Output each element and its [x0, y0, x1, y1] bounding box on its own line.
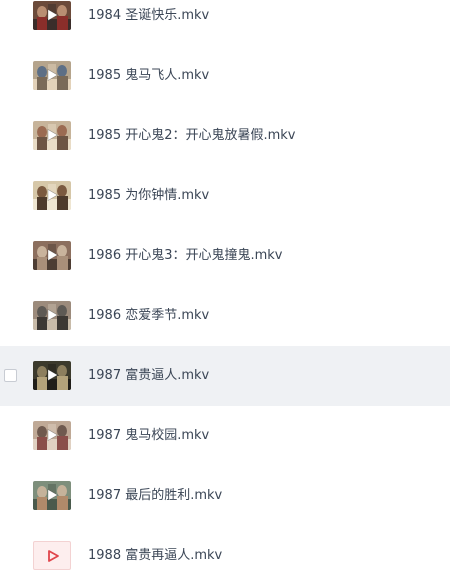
play-icon	[47, 428, 59, 442]
file-row[interactable]: 1987 鬼马校园.mkv	[0, 406, 450, 466]
file-row[interactable]: 1985 为你钟情.mkv	[0, 166, 450, 226]
file-row[interactable]: 1986 恋爱季节.mkv	[0, 286, 450, 346]
play-icon	[47, 488, 59, 502]
video-thumbnail[interactable]	[33, 361, 71, 390]
file-row[interactable]: 1985 鬼马飞人.mkv	[0, 46, 450, 106]
video-thumbnail[interactable]	[33, 1, 71, 30]
file-row[interactable]: 1987 最后的胜利.mkv	[0, 466, 450, 526]
file-row[interactable]: 1986 开心鬼3：开心鬼撞鬼.mkv	[0, 226, 450, 286]
play-icon	[47, 248, 59, 262]
video-thumbnail[interactable]	[33, 421, 71, 450]
select-checkbox[interactable]	[4, 369, 17, 382]
file-name[interactable]: 1985 为你钟情.mkv	[88, 187, 209, 205]
video-file-icon[interactable]	[33, 541, 71, 570]
file-name[interactable]: 1984 圣诞快乐.mkv	[88, 7, 209, 25]
file-row[interactable]: 1987 富贵逼人.mkv	[0, 346, 450, 406]
file-name[interactable]: 1988 富贵再逼人.mkv	[88, 547, 222, 565]
play-icon	[47, 188, 59, 202]
file-row[interactable]: 1985 开心鬼2：开心鬼放暑假.mkv	[0, 106, 450, 166]
file-name[interactable]: 1985 鬼马飞人.mkv	[88, 67, 209, 85]
file-row[interactable]: 1988 富贵再逼人.mkv	[0, 526, 450, 586]
play-icon	[47, 128, 59, 142]
file-name[interactable]: 1986 恋爱季节.mkv	[88, 307, 209, 325]
play-icon	[47, 368, 59, 382]
file-name[interactable]: 1987 鬼马校园.mkv	[88, 427, 209, 445]
video-thumbnail[interactable]	[33, 301, 71, 330]
video-thumbnail[interactable]	[33, 121, 71, 150]
file-name[interactable]: 1985 开心鬼2：开心鬼放暑假.mkv	[88, 127, 296, 145]
play-icon	[47, 308, 59, 322]
file-name[interactable]: 1987 富贵逼人.mkv	[88, 367, 209, 385]
video-thumbnail[interactable]	[33, 61, 71, 90]
video-thumbnail[interactable]	[33, 481, 71, 510]
video-thumbnail[interactable]	[33, 181, 71, 210]
video-thumbnail[interactable]	[33, 241, 71, 270]
play-icon	[47, 68, 59, 82]
file-list: 1984 圣诞快乐.mkv 1985 鬼马飞人.mkv 1985 开心鬼2：开心鬼放…	[0, 0, 450, 586]
file-row[interactable]: 1984 圣诞快乐.mkv	[0, 0, 450, 46]
play-icon	[47, 8, 59, 22]
play-outline-icon	[48, 550, 59, 562]
file-name[interactable]: 1986 开心鬼3：开心鬼撞鬼.mkv	[88, 247, 283, 265]
file-name[interactable]: 1987 最后的胜利.mkv	[88, 487, 222, 505]
